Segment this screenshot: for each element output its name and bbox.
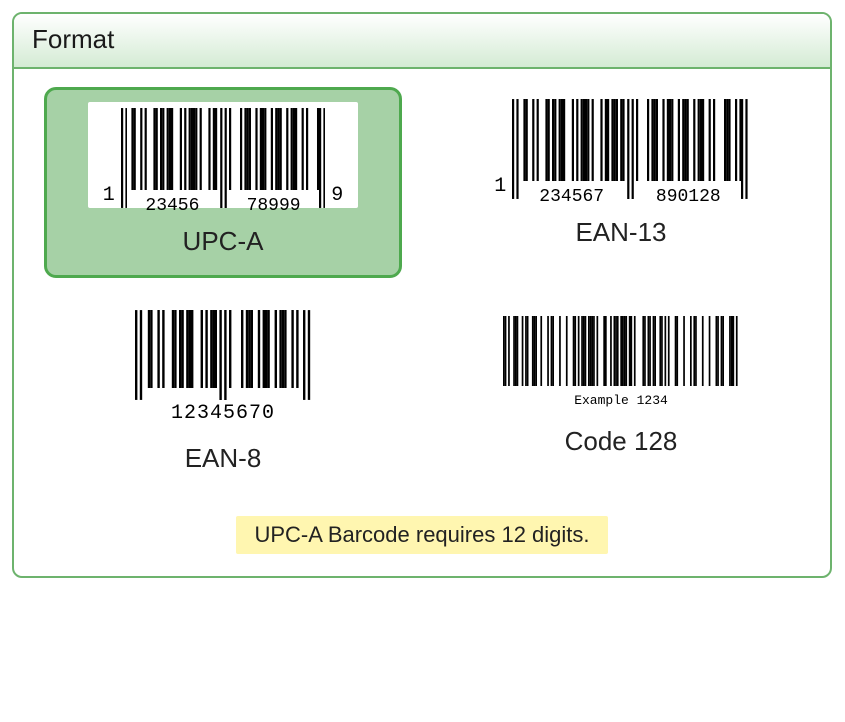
format-grid: 1 2345678999 9 UPC-A 1 234567890128 EAN-… xyxy=(44,87,800,492)
barcode-bars xyxy=(135,310,310,400)
option-label-ean-8: EAN-8 xyxy=(185,443,262,474)
option-upc-a[interactable]: 1 2345678999 9 UPC-A xyxy=(44,87,402,278)
option-label-upc-a: UPC-A xyxy=(183,226,264,257)
barcode-upc-a: 1 2345678999 9 xyxy=(88,102,358,208)
code-128-text: Example 1234 xyxy=(574,393,668,408)
option-label-code-128: Code 128 xyxy=(565,426,678,457)
upc-a-leading-digit: 1 xyxy=(103,186,115,208)
panel-title: Format xyxy=(14,14,830,69)
option-code-128[interactable]: Example 1234 Code 128 xyxy=(442,298,800,492)
barcode-row: 1 234567890128 xyxy=(494,99,747,199)
requirement-note: UPC-A Barcode requires 12 digits. xyxy=(236,516,607,554)
option-ean-13[interactable]: 1 234567890128 EAN-13 xyxy=(442,87,800,278)
barcode-ean-13: 1 234567890128 xyxy=(494,99,747,199)
ean-8-digits: 12345670 xyxy=(171,402,275,425)
barcode-bars: 234567890128 xyxy=(512,99,747,199)
barcode-code-128: Example 1234 xyxy=(496,310,746,408)
format-panel: Format 1 2345678999 9 UPC-A 1 xyxy=(12,12,832,578)
upc-a-trailing-digit: 9 xyxy=(331,186,343,208)
barcode-row: 1 2345678999 9 xyxy=(103,108,344,208)
option-ean-8[interactable]: 12345670 EAN-8 xyxy=(44,298,402,492)
barcode-bars xyxy=(503,316,739,391)
option-label-ean-13: EAN-13 xyxy=(575,217,666,248)
note-row: UPC-A Barcode requires 12 digits. xyxy=(44,516,800,554)
barcode-ean-8: 12345670 xyxy=(98,310,348,425)
ean-13-leading-digit: 1 xyxy=(494,177,506,199)
panel-body: 1 2345678999 9 UPC-A 1 234567890128 EAN-… xyxy=(14,69,830,576)
barcode-bars: 2345678999 xyxy=(121,108,326,208)
